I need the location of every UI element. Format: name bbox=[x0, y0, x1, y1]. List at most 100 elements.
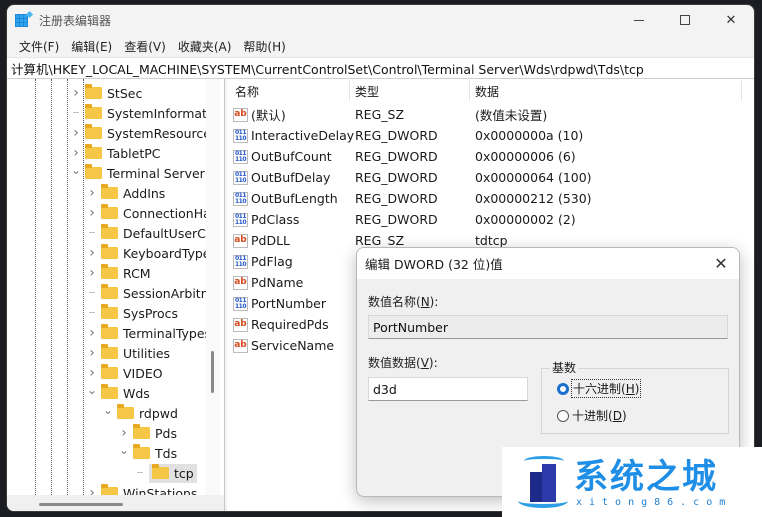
chevron-right-icon[interactable]: › bbox=[87, 265, 97, 281]
dialog-title-bar: 编辑 DWORD (32 位)值 ✕ bbox=[357, 248, 739, 279]
tree-node[interactable]: ┄ SystemInformatio bbox=[71, 103, 218, 123]
tree-node-label: Terminal Server bbox=[107, 165, 205, 181]
scroll-thumb[interactable] bbox=[211, 351, 214, 393]
tree-connector: ┄ bbox=[72, 107, 80, 119]
minimize-button[interactable] bbox=[616, 5, 662, 35]
chevron-down-icon[interactable]: ⌄ bbox=[103, 403, 113, 417]
tree-node-label: StSec bbox=[107, 85, 143, 101]
string-value-icon: ab bbox=[233, 338, 248, 353]
folder-icon bbox=[101, 324, 118, 339]
folder-icon bbox=[101, 304, 118, 319]
value-data: 0x00000002 (2) bbox=[475, 212, 576, 227]
tree-node-label: Pds bbox=[155, 425, 177, 441]
menu-file[interactable]: 文件(F) bbox=[13, 38, 65, 55]
chevron-right-icon[interactable]: › bbox=[71, 85, 81, 101]
menu-help[interactable]: 帮助(H) bbox=[237, 38, 291, 55]
radio-hexadecimal[interactable]: 十六进制(H) bbox=[557, 379, 642, 398]
tree-node[interactable]: › Pds bbox=[119, 423, 177, 443]
maximize-button[interactable] bbox=[662, 5, 708, 35]
tree-node[interactable]: ⌄ Tds bbox=[119, 443, 177, 463]
value-data-field[interactable] bbox=[368, 377, 528, 401]
value-name-label: 数值名称(N): bbox=[368, 295, 439, 309]
folder-icon bbox=[101, 184, 118, 199]
column-header-type[interactable]: 类型 bbox=[355, 83, 379, 100]
value-row[interactable]: 011 110 PdClass REG_DWORD 0x00000002 (2) bbox=[227, 209, 754, 230]
tree-vertical-scrollbar[interactable] bbox=[206, 79, 220, 495]
tree-node[interactable]: › TabletPC bbox=[71, 143, 161, 163]
radio-decimal[interactable]: 十进制(D) bbox=[557, 407, 627, 424]
chevron-right-icon[interactable]: › bbox=[87, 345, 97, 361]
binary-value-icon: 011 110 bbox=[233, 254, 248, 269]
value-row[interactable]: ab (默认) REG_SZ (数值未设置) bbox=[227, 104, 754, 125]
binary-value-icon: 011 110 bbox=[233, 212, 248, 227]
chevron-right-icon[interactable]: › bbox=[87, 325, 97, 341]
chevron-down-icon[interactable]: ⌄ bbox=[87, 383, 97, 397]
tree-node[interactable]: ⌄ Terminal Server bbox=[71, 163, 205, 183]
scroll-thumb[interactable] bbox=[39, 503, 123, 506]
tree-guide-line bbox=[67, 79, 68, 495]
tree-node[interactable]: › ConnectionHan bbox=[87, 203, 219, 223]
chevron-right-icon[interactable]: › bbox=[71, 125, 81, 141]
value-type: REG_DWORD bbox=[355, 212, 438, 227]
menu-view[interactable]: 查看(V) bbox=[118, 38, 172, 55]
value-name: OutBufDelay bbox=[251, 170, 331, 185]
tree-node[interactable]: ┄ SessionArbitrat bbox=[87, 283, 218, 303]
tree-connector: ┄ bbox=[88, 287, 96, 299]
column-header-name[interactable]: 名称 bbox=[235, 83, 259, 100]
value-name: PortNumber bbox=[251, 296, 326, 311]
tree-node[interactable]: › TerminalTypes bbox=[87, 323, 211, 343]
value-data-label: 数值数据(V): bbox=[368, 356, 438, 370]
value-row[interactable]: 011 110 OutBufCount REG_DWORD 0x00000006 (6) bbox=[227, 146, 754, 167]
folder-icon bbox=[117, 404, 134, 419]
address-bar[interactable]: 计算机\HKEY_LOCAL_MACHINE\SYSTEM\CurrentCon… bbox=[7, 57, 754, 79]
dialog-title: 编辑 DWORD (32 位)值 bbox=[365, 257, 503, 272]
value-type: REG_SZ bbox=[355, 107, 405, 122]
chevron-down-icon[interactable]: ⌄ bbox=[71, 163, 81, 177]
tree-node-label: SystemInformatio bbox=[107, 105, 219, 121]
chevron-right-icon[interactable]: › bbox=[87, 245, 97, 261]
tree-node[interactable]: › StSec bbox=[71, 83, 142, 103]
radio-unchecked-icon bbox=[557, 409, 569, 422]
string-value-icon: ab bbox=[233, 107, 248, 122]
close-button[interactable]: ✕ bbox=[708, 5, 754, 35]
tree-node[interactable]: › SystemResources bbox=[71, 123, 217, 143]
tree-node[interactable]: › VIDEO bbox=[87, 363, 163, 383]
tree-node[interactable]: ⌄ rdpwd bbox=[103, 403, 178, 423]
tree-node[interactable]: ┄ SysProcs bbox=[87, 303, 178, 323]
tree-node[interactable]: ┄ DefaultUserCor bbox=[87, 223, 219, 243]
folder-icon bbox=[101, 224, 118, 239]
value-row[interactable]: 011 110 OutBufDelay REG_DWORD 0x00000064 (10… bbox=[227, 167, 754, 188]
chevron-down-icon[interactable]: ⌄ bbox=[119, 443, 129, 457]
value-type: REG_DWORD bbox=[355, 170, 438, 185]
menu-edit[interactable]: 编辑(E) bbox=[65, 38, 118, 55]
tree-node[interactable]: › AddIns bbox=[87, 183, 165, 203]
chevron-right-icon[interactable]: › bbox=[119, 425, 129, 441]
folder-icon bbox=[85, 164, 102, 179]
tree-horizontal-scrollbar[interactable] bbox=[7, 495, 224, 511]
tree-node[interactable]: › KeyboardType bbox=[87, 243, 210, 263]
tree-guide-line bbox=[35, 79, 36, 495]
folder-icon bbox=[101, 204, 118, 219]
title-bar: 注册表编辑器 ✕ bbox=[7, 5, 754, 35]
value-name-field[interactable] bbox=[368, 315, 728, 339]
folder-icon bbox=[85, 84, 102, 99]
folder-icon bbox=[101, 344, 118, 359]
dialog-close-button[interactable]: ✕ bbox=[711, 254, 731, 274]
column-header-data[interactable]: 数据 bbox=[475, 83, 499, 100]
tree-node[interactable]: › RCM bbox=[87, 263, 151, 283]
chevron-right-icon[interactable]: › bbox=[87, 205, 97, 221]
folder-icon bbox=[101, 244, 118, 259]
string-value-icon: ab bbox=[233, 317, 248, 332]
value-row[interactable]: 011 110 InteractiveDelay REG_DWORD 0x0000000… bbox=[227, 125, 754, 146]
value-row[interactable]: 011 110 OutBufLength REG_DWORD 0x00000212 (5… bbox=[227, 188, 754, 209]
tree-node[interactable]: ⌄ Wds bbox=[87, 383, 150, 403]
tree-node-label: Utilities bbox=[123, 345, 171, 361]
menu-favorites[interactable]: 收藏夹(A) bbox=[172, 38, 238, 55]
chevron-right-icon[interactable]: › bbox=[71, 145, 81, 161]
folder-icon bbox=[101, 284, 118, 299]
watermark-logo-icon bbox=[516, 452, 572, 512]
tree-node[interactable]: › Utilities bbox=[87, 343, 170, 363]
chevron-right-icon[interactable]: › bbox=[87, 365, 97, 381]
tree-node[interactable]: ┄ tcp bbox=[135, 463, 197, 483]
chevron-right-icon[interactable]: › bbox=[87, 185, 97, 201]
